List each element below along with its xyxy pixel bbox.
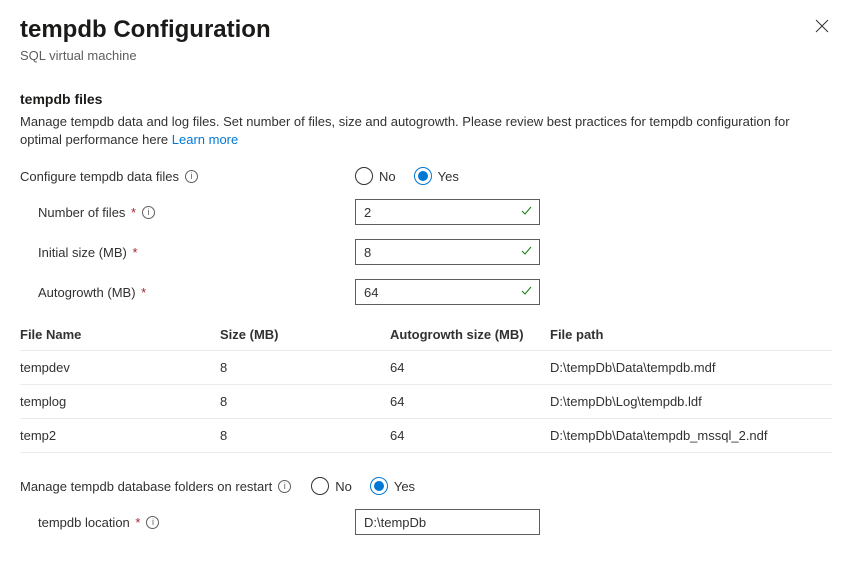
manage-folders-radio-no[interactable]: No [311,477,352,495]
radio-icon [370,477,388,495]
tempdb-location-input[interactable] [355,509,540,535]
autogrowth-label: Autogrowth (MB) [38,285,136,300]
info-icon[interactable]: i [185,170,198,183]
location-label: tempdb location [38,515,130,530]
radio-icon [414,167,432,185]
close-button[interactable] [812,16,832,36]
table-cell: D:\tempDb\Data\tempdb_mssql_2.ndf [550,419,832,453]
manage-folders-radio-group[interactable]: No Yes [311,477,415,495]
info-icon[interactable]: i [146,516,159,529]
info-icon[interactable]: i [278,480,291,493]
page-subtitle: SQL virtual machine [20,48,832,63]
number-of-files-input[interactable] [355,199,540,225]
table-cell: tempdev [20,351,220,385]
table-cell: 64 [390,385,550,419]
table-row: templog864D:\tempDb\Log\tempdb.ldf [20,385,832,419]
table-cell: templog [20,385,220,419]
configure-radio-no[interactable]: No [355,167,396,185]
radio-icon [311,477,329,495]
manage-folders-radio-yes[interactable]: Yes [370,477,415,495]
table-row: temp2864D:\tempDb\Data\tempdb_mssql_2.nd… [20,419,832,453]
th-size: Size (MB) [220,319,390,351]
table-cell: 64 [390,419,550,453]
learn-more-link[interactable]: Learn more [172,132,238,147]
table-cell: D:\tempDb\Log\tempdb.ldf [550,385,832,419]
info-icon[interactable]: i [142,206,155,219]
table-cell: temp2 [20,419,220,453]
autogrowth-input[interactable] [355,279,540,305]
table-row: tempdev864D:\tempDb\Data\tempdb.mdf [20,351,832,385]
table-cell: 8 [220,351,390,385]
close-icon [815,19,829,33]
th-filename: File Name [20,319,220,351]
th-filepath: File path [550,319,832,351]
section-description: Manage tempdb data and log files. Set nu… [20,113,832,149]
init-size-label: Initial size (MB) [38,245,127,260]
table-cell: 64 [390,351,550,385]
initial-size-input[interactable] [355,239,540,265]
page-title: tempdb Configuration [20,16,271,44]
manage-folders-label: Manage tempdb database folders on restar… [20,479,272,494]
radio-icon [355,167,373,185]
number-label: Number of files [38,205,125,220]
th-autogrowth: Autogrowth size (MB) [390,319,550,351]
configure-radio-group[interactable]: No Yes [355,167,459,185]
section-title: tempdb files [20,91,832,107]
table-cell: D:\tempDb\Data\tempdb.mdf [550,351,832,385]
configure-radio-yes[interactable]: Yes [414,167,459,185]
table-cell: 8 [220,385,390,419]
configure-label: Configure tempdb data files [20,169,179,184]
table-cell: 8 [220,419,390,453]
files-table: File Name Size (MB) Autogrowth size (MB)… [20,319,832,453]
